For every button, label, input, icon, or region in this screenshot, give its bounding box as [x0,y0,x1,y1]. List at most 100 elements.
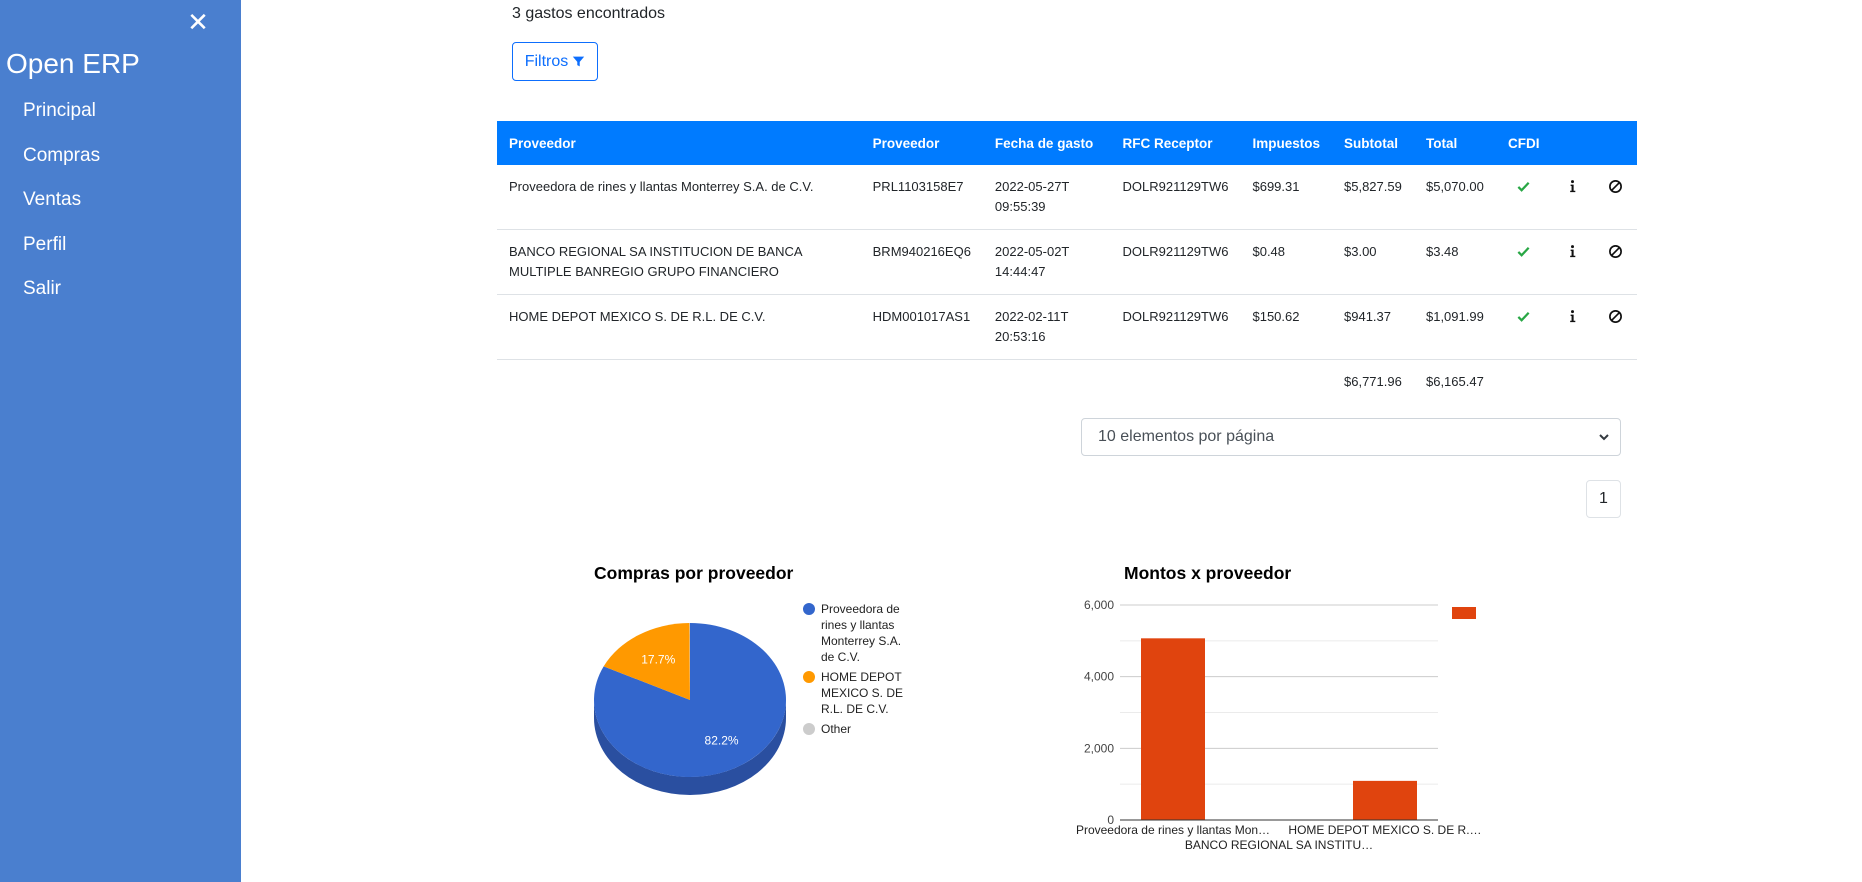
table-row: BANCO REGIONAL SA INSTITUCION DE BANCA M… [497,229,1637,295]
legend-label: rines y llantas [821,618,894,632]
legend-label: HOME DEPOT [821,670,902,684]
cell-info [1551,165,1595,230]
table-row: HOME DEPOT MEXICO S. DE R.L. DE C.V. HDM… [497,294,1637,360]
sidebar: ✕ Open ERP Principal Compras Ventas Perf… [0,0,241,882]
legend-swatch [803,603,815,615]
pie-slice-label: 17.7% [641,653,675,667]
sidebar-item-salir[interactable]: Salir [0,275,241,320]
cancel-icon[interactable] [1608,309,1623,324]
legend-label: de C.V. [821,650,860,664]
y-tick-label: 4,000 [1084,670,1114,684]
legend-label: Proveedora de [821,602,900,616]
table-header-row: Proveedor Proveedor Fecha de gasto RFC R… [497,121,1637,165]
cell-impuestos: $0.48 [1240,229,1332,295]
cell-rfc-receptor: DOLR921129TW6 [1110,165,1241,230]
bar [1353,780,1417,820]
sidebar-nav: Principal Compras Ventas Perfil Salir [0,97,241,320]
cell-total: $5,070.00 [1413,165,1496,230]
cell-rfc-receptor: DOLR921129TW6 [1110,229,1241,295]
x-tick-label: Proveedora de rines y llantas Mon… [1076,823,1270,837]
fecha-text: 2022-05-02T14:44:47 [994,244,1070,279]
filter-button-label: Filtros [524,52,569,70]
page-button[interactable]: 1 [1586,480,1621,518]
bar-chart-title: Montos x proveedor [1124,563,1292,583]
check-icon [1517,181,1530,192]
cell-total: $3.48 [1413,229,1496,295]
sidebar-item-compras[interactable]: Compras [0,142,241,187]
legend-swatch [1452,607,1476,619]
cell-cancel [1594,229,1637,295]
col-total: Total [1425,135,1458,151]
cancel-icon[interactable] [1608,179,1623,194]
cell-cancel [1594,165,1637,230]
bar-chart: 02,0004,0006,000Proveedora de rines y ll… [1076,598,1482,852]
cell-cancel [1594,294,1637,360]
total-total: $6,165.47 [1425,374,1484,389]
cell-total: $1,091.99 [1413,294,1496,360]
legend-label: Other [821,722,851,736]
bar [1141,638,1205,820]
sidebar-item-perfil[interactable]: Perfil [0,231,241,276]
cell-impuestos: $699.31 [1240,165,1332,230]
col-info [1551,121,1594,165]
sidebar-item-principal[interactable]: Principal [0,97,241,142]
cell-fecha: 2022-05-27T09:55:39 [982,165,1111,230]
cell-impuestos: $150.62 [1240,294,1332,360]
cell-cfdi [1495,229,1552,295]
legend-label: MEXICO S. DE [821,686,903,700]
cell-info [1551,229,1595,295]
y-tick-label: 6,000 [1084,598,1114,612]
cell-rfc-emisor: BRM940216EQ6 [860,229,983,295]
cell-fecha: 2022-02-11T20:53:16 [982,294,1111,360]
col-impuestos: Impuestos [1252,135,1320,151]
x-tick-label: HOME DEPOT MEXICO S. DE R.… [1288,823,1481,837]
expenses-table: Proveedor Proveedor Fecha de gasto RFC R… [497,121,1637,424]
legend-swatch [803,723,815,735]
per-page-select[interactable]: 10 elementos por página [1081,418,1621,456]
x-tick-label: BANCO REGIONAL SA INSTITU… [1185,838,1373,852]
close-icon[interactable]: ✕ [186,8,210,36]
col-cancel [1594,121,1637,165]
cell-rfc-emisor: PRL1103158E7 [860,165,983,230]
col-rfc-receptor: RFC Receptor [1122,135,1213,151]
totals-row: $6,771.96 $6,165.47 [497,360,1637,424]
y-tick-label: 2,000 [1084,741,1114,755]
legend-swatch [803,671,815,683]
check-icon [1517,246,1530,257]
brand-title: Open ERP [6,48,140,79]
col-proveedor-rfc: Proveedor [872,135,940,151]
cancel-icon[interactable] [1608,244,1623,259]
table-row: Proveedora de rines y llantas Monterrey … [497,165,1637,230]
filter-icon [573,56,585,67]
info-icon[interactable] [1565,309,1580,324]
cell-cfdi [1495,294,1552,360]
pie-chart-title: Compras por proveedor [594,563,794,583]
cell-proveedor: Proveedora de rines y llantas Monterrey … [497,165,861,230]
col-cfdi: CFDI [1507,135,1540,151]
chevron-down-icon [1599,434,1609,441]
col-subtotal: Subtotal [1344,135,1398,151]
cell-subtotal: $5,827.59 [1332,165,1414,230]
cell-info [1551,294,1595,360]
filter-button[interactable]: Filtros [512,42,598,81]
cell-proveedor: BANCO REGIONAL SA INSTITUCION DE BANCA M… [497,229,861,295]
fecha-text: 2022-05-27T09:55:39 [994,179,1070,214]
cell-cfdi [1495,165,1552,230]
legend-label: R.L. DE C.V. [821,702,889,716]
cell-rfc-emisor: HDM001017AS1 [860,294,983,360]
cell-rfc-receptor: DOLR921129TW6 [1110,294,1241,360]
cell-proveedor: HOME DEPOT MEXICO S. DE R.L. DE C.V. [497,294,861,360]
pie-chart: 82.2% 17.7% Proveedora de rines y llantas Mo… [594,602,903,795]
pie-slice-label: 82.2% [705,733,739,747]
check-icon [1517,311,1530,322]
info-icon[interactable] [1565,179,1580,194]
cell-fecha: 2022-05-02T14:44:47 [982,229,1111,295]
total-subtotal: $6,771.96 [1344,374,1402,389]
fecha-text: 2022-02-11T20:53:16 [994,309,1069,344]
col-fecha: Fecha de gasto [994,135,1094,151]
cell-subtotal: $3.00 [1332,229,1414,295]
sidebar-item-ventas[interactable]: Ventas [0,186,241,231]
per-page-value: 10 elementos por página [1098,428,1275,445]
info-icon[interactable] [1565,244,1580,259]
legend-label: Monterrey S.A. [821,634,901,648]
